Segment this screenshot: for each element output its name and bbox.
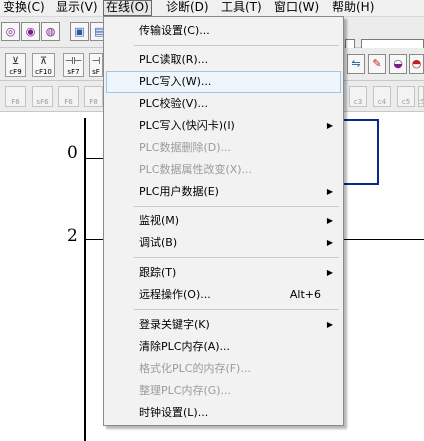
menu-item-label: PLC校验(V)... <box>139 97 209 110</box>
c5-button[interactable]: c5 <box>397 86 415 107</box>
find-step-icon[interactable]: ◍ <box>41 22 60 41</box>
menu-item-register-keyword[interactable]: 登录关键字(K) ▶ <box>106 314 341 336</box>
menu-item-label: PLC读取(R)... <box>139 53 209 66</box>
f6-alt-button[interactable]: F6 <box>58 86 79 107</box>
menu-item-label: 整理PLC内存(G)... <box>139 384 232 397</box>
sf6-button[interactable]: sF6 <box>32 86 53 107</box>
menu-online[interactable]: 在线(O) <box>103 0 152 16</box>
ladder-monitor-icon[interactable]: ⇋ <box>347 54 365 74</box>
menu-item-label: PLC数据删除(D)... <box>139 141 231 154</box>
menu-diagnostics[interactable]: 诊断(D) <box>164 0 211 16</box>
button-key-label: c3 <box>353 98 363 106</box>
menu-item-label: 调试(B) <box>139 236 178 249</box>
button-key-label: c5 <box>401 98 411 106</box>
menu-separator <box>134 206 339 207</box>
contact-icon: ⊣⊢ <box>64 56 83 67</box>
button-key-label: sF7 <box>67 68 80 76</box>
button-key-label: F6 <box>64 98 73 106</box>
menu-item-debug[interactable]: 调试(B) ▶ <box>106 232 341 254</box>
menu-item-plc-data-delete: PLC数据删除(D)... <box>106 137 341 159</box>
submenu-arrow-icon: ▶ <box>326 187 333 196</box>
button-key-label: F6 <box>11 98 20 106</box>
menu-item-label: 远程操作(O)... <box>139 288 211 301</box>
submenu-arrow-icon: ▶ <box>326 320 333 329</box>
find-device-icon[interactable]: ◎ <box>1 22 20 41</box>
menu-item-label: 时钟设置(L)... <box>139 406 209 419</box>
menu-item-plc-read[interactable]: PLC读取(R)... <box>106 49 341 71</box>
step-number: 0 <box>67 143 78 163</box>
f6-button[interactable]: F6 <box>5 86 26 107</box>
menu-item-label: PLC用户数据(E) <box>139 185 219 198</box>
menu-item-label: 监视(M) <box>139 214 180 227</box>
menu-item-label: 格式化PLC的内存(F)... <box>139 362 251 375</box>
menu-item-plc-data-attr: PLC数据属性改变(X)... <box>106 159 341 181</box>
menu-item-monitor[interactable]: 监视(M) ▶ <box>106 210 341 232</box>
menu-view[interactable]: 显示(V) <box>54 0 100 16</box>
menu-item-plc-write-flash[interactable]: PLC写入(快闪卡)(I) ▶ <box>106 115 341 137</box>
submenu-arrow-icon: ▶ <box>326 238 333 247</box>
step-number: 2 <box>67 226 78 246</box>
submenu-arrow-icon: ▶ <box>326 268 333 277</box>
button-key-label: sF <box>92 68 100 76</box>
rising-edge-button[interactable]: ⊻ cF9 <box>5 53 26 77</box>
edit-cursor-top <box>344 119 379 121</box>
falling-edge-icon: ⊼ <box>39 56 48 67</box>
left-power-rail <box>84 118 86 441</box>
c4-button[interactable]: c4 <box>373 86 391 107</box>
menu-item-label: PLC数据属性改变(X)... <box>139 163 253 176</box>
menu-tools[interactable]: 工具(T) <box>219 0 264 16</box>
menu-item-transfer-setup[interactable]: 传输设置(C)... <box>106 20 341 42</box>
menu-item-label: PLC写入(W)... <box>139 75 212 88</box>
edit-cursor-right <box>377 119 379 185</box>
contact-button[interactable]: ⊣ sF <box>89 53 103 77</box>
rising-edge-icon: ⊻ <box>11 56 20 67</box>
falling-edge-button[interactable]: ⊼ cF10 <box>32 53 55 77</box>
menu-bar: 变换(C) 显示(V) 在线(O) 诊断(D) 工具(T) 窗口(W) 帮助(H… <box>0 0 424 17</box>
monitor-stop-icon[interactable]: ◓ <box>409 54 424 74</box>
read-plc-icon[interactable]: ▣ <box>70 22 89 41</box>
submenu-arrow-icon: ▶ <box>326 121 333 130</box>
menu-window[interactable]: 窗口(W) <box>272 0 321 16</box>
c3-button[interactable]: c3 <box>349 86 367 107</box>
c5-extra-button[interactable]: c5 <box>418 86 424 107</box>
menu-item-plc-write[interactable]: PLC写入(W)... <box>106 71 341 93</box>
menu-help[interactable]: 帮助(H) <box>330 0 376 16</box>
menu-item-label: PLC写入(快闪卡)(I) <box>139 119 235 132</box>
menu-separator <box>134 257 339 258</box>
menu-separator <box>134 45 339 46</box>
menu-item-label: 登录关键字(K) <box>139 318 210 331</box>
menu-shortcut: Alt+6 <box>289 288 321 301</box>
edit-cursor-bottom <box>344 183 379 185</box>
f8-button[interactable]: F8 <box>84 86 103 107</box>
button-key-label: c4 <box>377 98 387 106</box>
contact-icon: ⊣ <box>91 56 101 67</box>
menu-item-remote-operation[interactable]: 远程操作(O)... Alt+6 <box>106 284 341 306</box>
menu-separator <box>134 309 339 310</box>
menu-item-clock-setup[interactable]: 时钟设置(L)... <box>106 402 341 424</box>
ladder-write-icon[interactable]: ✎ <box>368 54 386 74</box>
find-instruction-icon[interactable]: ◉ <box>21 22 40 41</box>
menu-item-clear-plc-memory[interactable]: 清除PLC内存(A)... <box>106 336 341 358</box>
menu-item-label: 清除PLC内存(A)... <box>139 340 231 353</box>
button-key-label: sF6 <box>36 98 49 106</box>
menu-item-trace[interactable]: 跟踪(T) ▶ <box>106 262 341 284</box>
monitor-start-icon[interactable]: ◒ <box>389 54 407 74</box>
menu-item-plc-user-data[interactable]: PLC用户数据(E) ▶ <box>106 181 341 203</box>
menu-item-organize-plc-memory: 整理PLC内存(G)... <box>106 380 341 402</box>
rung-line <box>86 158 104 159</box>
menu-item-format-plc-memory: 格式化PLC的内存(F)... <box>106 358 341 380</box>
button-key-label: cF9 <box>9 68 22 76</box>
menu-item-label: 跟踪(T) <box>139 266 177 279</box>
online-dropdown-menu: 传输设置(C)... PLC读取(R)... PLC写入(W)... PLC校验… <box>103 16 344 426</box>
button-key-label: F8 <box>89 98 98 106</box>
button-key-label: cF10 <box>35 68 52 76</box>
menu-convert[interactable]: 变换(C) <box>1 0 47 16</box>
parallel-contact-button[interactable]: ⊣⊢ sF7 <box>63 53 84 77</box>
menu-item-plc-verify[interactable]: PLC校验(V)... <box>106 93 341 115</box>
menu-item-label: 传输设置(C)... <box>139 24 210 37</box>
submenu-arrow-icon: ▶ <box>326 216 333 225</box>
button-key-label: c5 <box>419 98 423 106</box>
